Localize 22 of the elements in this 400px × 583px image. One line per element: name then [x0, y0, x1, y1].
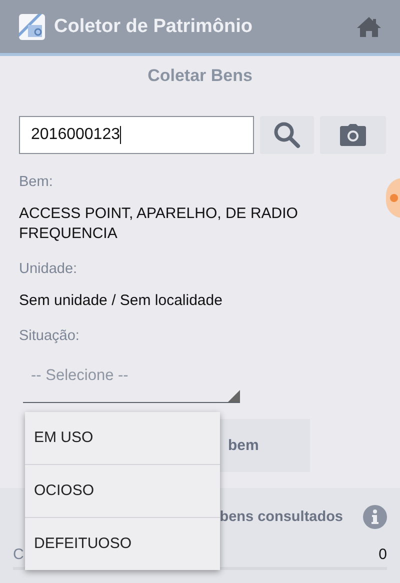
- field-label: Situação:: [19, 328, 80, 344]
- page-title: Coletar Bens: [146, 65, 254, 87]
- field-label: Bem:: [19, 174, 54, 190]
- app-title: Coletor de Patrimônio: [54, 16, 254, 38]
- search-icon: [273, 121, 301, 149]
- camera-icon: [339, 123, 367, 147]
- search-button[interactable]: [260, 116, 314, 154]
- info-title: bens consultados: [220, 509, 343, 525]
- camera-button[interactable]: [320, 116, 386, 154]
- dropdown-option[interactable]: OCIOSO: [25, 465, 220, 518]
- home-icon[interactable]: [356, 16, 382, 38]
- info-icon[interactable]: [363, 505, 387, 529]
- field-value: ACCESS POINT, APARELHO, DE RADIO FREQUENCIA: [19, 204, 299, 244]
- info-row-label: C: [13, 546, 24, 563]
- dropdown-corner-icon: [228, 390, 240, 402]
- app-logo-icon: [18, 12, 46, 40]
- field-label: Unidade:: [19, 261, 78, 277]
- info-row-value: 0: [378, 546, 387, 563]
- dropdown-option[interactable]: EM USO: [25, 412, 220, 465]
- field-value: Sem unidade / Sem localidade: [19, 291, 224, 311]
- search-field[interactable]: 2016000123: [19, 116, 254, 154]
- dropdown-option[interactable]: DEFEITUOSO: [25, 518, 220, 570]
